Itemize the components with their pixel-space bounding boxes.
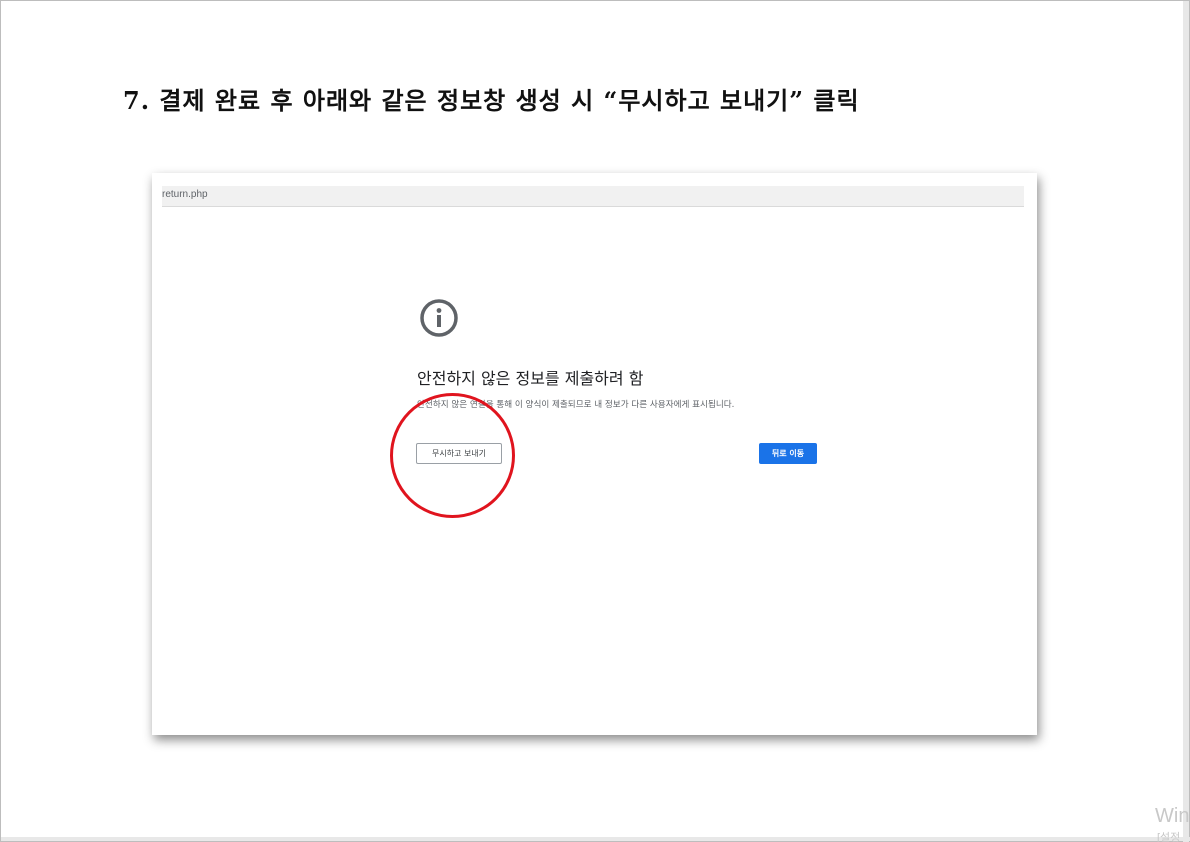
- send-anyway-button[interactable]: 무시하고 보내기: [416, 443, 502, 464]
- warning-title: 안전하지 않은 정보를 제출하려 함: [417, 369, 644, 388]
- page-edge: [1183, 1, 1189, 842]
- warning-description: 안전하지 않은 연결을 통해 이 양식이 제출되므로 내 정보가 다른 사용자에…: [417, 400, 735, 410]
- address-text: return.php: [162, 189, 208, 200]
- go-back-button[interactable]: 뒤로 이동: [759, 443, 817, 464]
- document-page: 7. 결제 완료 후 아래와 같은 정보창 생성 시 “무시하고 보내기” 클릭…: [0, 0, 1190, 842]
- browser-screenshot: return.php 안전하지 않은 정보를 제출하려 함 안전하지 않은 연결…: [152, 173, 1037, 735]
- activation-watermark: Win: [1155, 805, 1190, 827]
- info-icon: [420, 299, 458, 337]
- step-heading: 7. 결제 완료 후 아래와 같은 정보창 생성 시 “무시하고 보내기” 클릭: [123, 86, 860, 115]
- page-edge: [1, 837, 1190, 841]
- address-bar: return.php: [162, 186, 1024, 207]
- activation-watermark-sub: [설정: [1157, 832, 1181, 842]
